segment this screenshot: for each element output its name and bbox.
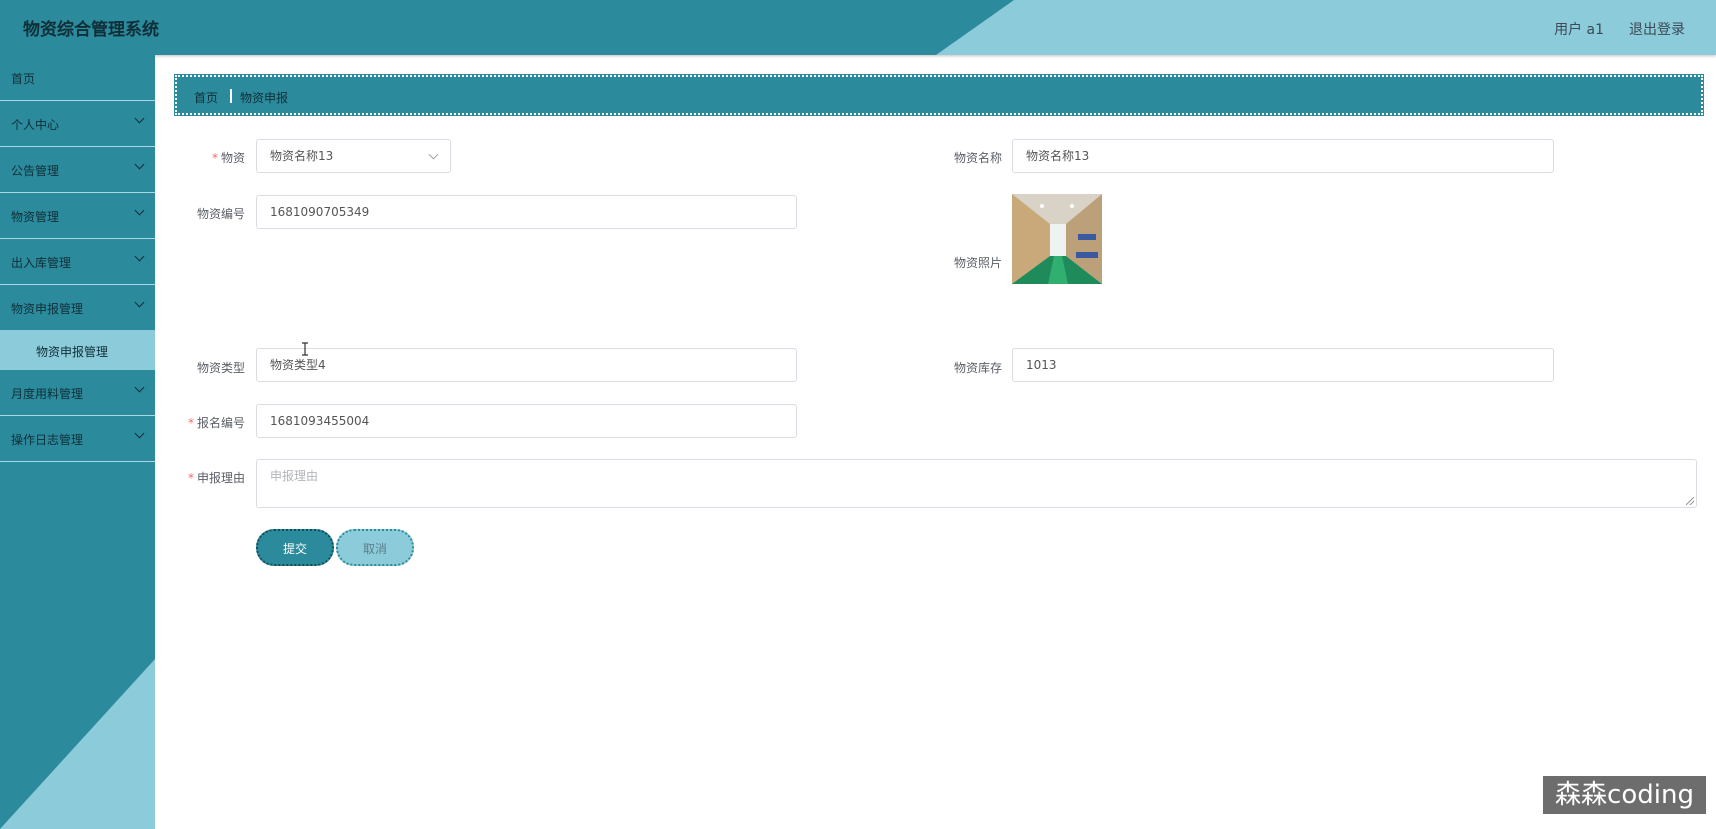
watermark: 森森coding	[1543, 776, 1706, 814]
report-code-label: * 报名编号	[187, 416, 245, 430]
logout-link[interactable]: 退出登录	[1629, 19, 1685, 39]
breadcrumb: 首页 物资申报	[174, 74, 1704, 116]
material-name-label: 物资名称	[953, 151, 1002, 165]
chevron-down-icon	[134, 382, 145, 393]
chevron-down-icon	[134, 251, 145, 262]
top-header: 物资综合管理系统 用户 a1 退出登录	[0, 0, 1716, 55]
sidebar-item-operation-logs[interactable]: 操作日志管理	[0, 416, 155, 462]
sidebar-item-announcements[interactable]: 公告管理	[0, 147, 155, 193]
cancel-button[interactable]: 取消	[336, 529, 414, 566]
breadcrumb-home[interactable]: 首页	[194, 89, 218, 106]
material-label: * 物资	[211, 151, 245, 165]
material-code-input[interactable]: 1681090705349	[256, 195, 797, 229]
sidebar-item-label: 物资申报管理	[11, 302, 84, 316]
reason-textarea[interactable]: 申报理由	[256, 459, 1697, 508]
sidebar-item-material-report[interactable]: 物资申报管理	[0, 285, 155, 330]
sidebar-item-label: 操作日志管理	[11, 433, 84, 447]
resize-grip-icon[interactable]	[1686, 497, 1694, 505]
report-code-input[interactable]: 1681093455004	[256, 404, 797, 438]
sidebar-item-label: 出入库管理	[11, 256, 72, 270]
submenu-item-material-report[interactable]: 物资申报管理	[0, 330, 155, 370]
chevron-down-icon	[134, 159, 145, 170]
sidebar-item-materials[interactable]: 物资管理	[0, 193, 155, 239]
submenu-item-label: 物资申报管理	[36, 345, 109, 359]
chevron-down-icon	[134, 297, 145, 308]
app-title: 物资综合管理系统	[23, 20, 159, 40]
sidebar-item-inventory[interactable]: 出入库管理	[0, 239, 155, 285]
material-select-value: 物资名称13	[270, 149, 334, 163]
chevron-down-icon	[134, 113, 145, 124]
material-type-input[interactable]: 物资类型4	[256, 348, 797, 382]
sidebar: 首页 个人中心 公告管理 物资管理 出入库管理 物资申报管理 物资申报管理 月度…	[0, 55, 155, 829]
material-photo-label: 物资照片	[953, 256, 1002, 270]
material-stock-input[interactable]: 1013	[1012, 348, 1554, 382]
reason-placeholder: 申报理由	[270, 469, 319, 483]
current-user: 用户 a1	[1554, 22, 1604, 38]
material-code-label: 物资编号	[196, 207, 245, 221]
material-name-input[interactable]: 物资名称13	[1012, 139, 1554, 173]
sidebar-item-label: 首页	[11, 72, 36, 86]
material-photo	[1012, 194, 1102, 284]
sidebar-item-label: 物资管理	[11, 210, 60, 224]
warehouse-photo-icon	[1012, 194, 1102, 284]
breadcrumb-current: 物资申报	[240, 91, 289, 105]
sidebar-item-monthly-usage[interactable]: 月度用料管理	[0, 370, 155, 416]
sidebar-item-label: 月度用料管理	[11, 387, 84, 401]
reason-label: * 申报理由	[187, 471, 245, 485]
sidebar-item-label: 公告管理	[11, 164, 60, 178]
submit-button[interactable]: 提交	[256, 529, 334, 566]
text-cursor-icon	[302, 342, 308, 356]
chevron-down-icon	[134, 428, 145, 439]
material-type-label: 物资类型	[196, 361, 245, 375]
sidebar-item-profile[interactable]: 个人中心	[0, 101, 155, 147]
sidebar-item-home[interactable]: 首页	[0, 55, 155, 101]
sidebar-decoration	[0, 659, 155, 829]
material-select[interactable]: 物资名称13	[256, 139, 451, 173]
chevron-down-icon	[134, 205, 145, 216]
breadcrumb-separator	[230, 89, 232, 103]
material-stock-label: 物资库存	[953, 361, 1002, 375]
chevron-down-icon	[428, 149, 439, 160]
sidebar-item-label: 个人中心	[11, 118, 60, 132]
